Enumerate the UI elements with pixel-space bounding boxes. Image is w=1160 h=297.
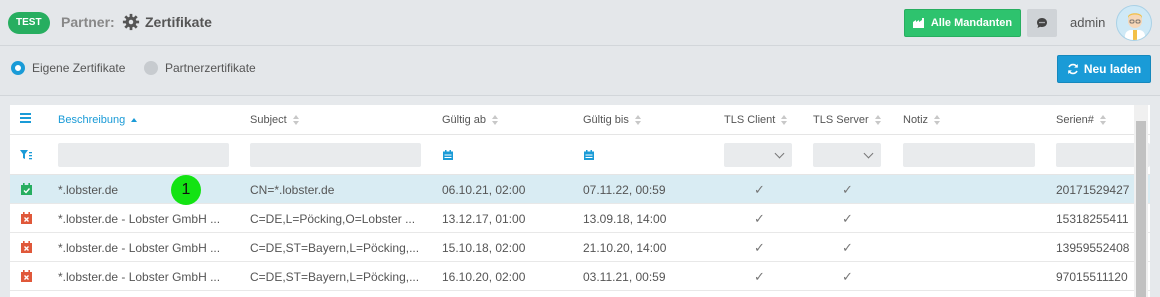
- breadcrumb-prefix: Partner:: [61, 14, 115, 30]
- column-header-tls-server[interactable]: TLS Server: [813, 114, 881, 126]
- top-bar: TEST Partner: Zertifikate Alle Mandanten: [0, 0, 1160, 46]
- cell-tls-server: ✓: [842, 182, 853, 197]
- filter-beschreibung-input[interactable]: [58, 143, 229, 167]
- cell-gueltig-bis: 07.11.22, 00:59: [583, 183, 666, 197]
- user-avatar[interactable]: [1116, 5, 1152, 41]
- sort-icon: [1099, 115, 1106, 125]
- all-clients-label: Alle Mandanten: [930, 17, 1013, 29]
- annotation-marker: 1: [171, 175, 201, 205]
- column-menu-icon[interactable]: [20, 113, 31, 123]
- all-clients-button[interactable]: Alle Mandanten: [904, 9, 1021, 37]
- cell-tls-server: ✓: [842, 211, 853, 226]
- filter-bar: Eigene Zertifikate Partnerzertifikate Ne…: [0, 46, 1160, 96]
- certificates-table: Beschreibung Subject Gültig ab Gültig bi…: [10, 105, 1150, 297]
- environment-badge: TEST: [8, 12, 50, 34]
- column-header-serien[interactable]: Serien#: [1056, 114, 1106, 126]
- calendar-expired-icon: [21, 212, 32, 224]
- cell-tls-client: ✓: [754, 211, 765, 226]
- radio-own-certificates[interactable]: Eigene Zertifikate: [11, 61, 125, 75]
- cell-subject: CN=*.lobster.de: [250, 183, 335, 197]
- calendar-icon[interactable]: [584, 150, 594, 160]
- cell-tls-server: ✓: [842, 240, 853, 255]
- column-label-gueltig-ab: Gültig ab: [442, 114, 487, 126]
- scrollbar-thumb[interactable]: [1136, 121, 1146, 297]
- chat-bubble-icon: [1037, 18, 1047, 28]
- column-label-notiz: Notiz: [903, 114, 929, 126]
- chevron-down-icon: [774, 148, 785, 159]
- table-row[interactable]: *.lobster.de - Lobster GmbH ... C=DE,ST=…: [10, 262, 1150, 291]
- column-label-tls-client: TLS Client: [724, 114, 776, 126]
- sort-ascending-icon: [131, 118, 138, 122]
- cell-gueltig-bis: 03.11.21, 00:59: [583, 270, 666, 284]
- column-label-beschreibung: Beschreibung: [58, 114, 126, 126]
- column-header-subject[interactable]: Subject: [250, 114, 299, 126]
- cell-gueltig-ab: 16.10.20, 02:00: [442, 270, 526, 284]
- table-row[interactable]: *.lobster.de - Lobster GmbH ... C=DE,ST=…: [10, 233, 1150, 262]
- cell-beschreibung: *.lobster.de: [58, 183, 119, 197]
- user-avatar-icon: [1125, 13, 1145, 40]
- sort-icon: [781, 115, 788, 125]
- cell-subject: C=DE,ST=Bayern,L=Pöcking,...: [250, 270, 420, 284]
- filter-tls-client-select[interactable]: [724, 143, 792, 167]
- radio-unselected-icon: [144, 61, 158, 75]
- table-row[interactable]: *.lobster.de - Lobster GmbH ... C=DE,L=P…: [10, 204, 1150, 233]
- filter-icon[interactable]: [20, 150, 32, 160]
- filter-tls-server-select[interactable]: [813, 143, 881, 167]
- calendar-check-icon: [21, 183, 32, 195]
- building-icon: [912, 18, 924, 28]
- calendar-icon[interactable]: [443, 150, 453, 160]
- radio-partner-label: Partnerzertifikate: [165, 61, 256, 75]
- cell-gueltig-ab: 13.12.17, 01:00: [442, 212, 526, 226]
- cell-beschreibung: *.lobster.de - Lobster GmbH ...: [58, 241, 221, 255]
- user-name[interactable]: admin: [1070, 15, 1105, 30]
- column-label-serien: Serien#: [1056, 114, 1094, 126]
- cell-beschreibung: *.lobster.de - Lobster GmbH ...: [58, 270, 221, 284]
- column-header-tls-client[interactable]: TLS Client: [724, 114, 788, 126]
- column-label-tls-server: TLS Server: [813, 114, 869, 126]
- gear-icon: [122, 13, 140, 31]
- column-header-notiz[interactable]: Notiz: [903, 114, 941, 126]
- column-label-subject: Subject: [250, 114, 287, 126]
- table-header-row: Beschreibung Subject Gültig ab Gültig bi…: [10, 105, 1150, 135]
- column-label-gueltig-bis: Gültig bis: [583, 114, 629, 126]
- reload-button[interactable]: Neu laden: [1057, 55, 1151, 83]
- cell-gueltig-bis: 21.10.20, 14:00: [583, 241, 667, 255]
- cell-tls-client: ✓: [754, 182, 765, 197]
- calendar-expired-icon: [21, 241, 32, 253]
- radio-selected-icon: [11, 61, 25, 75]
- cell-gueltig-ab: 06.10.21, 02:00: [442, 183, 526, 197]
- filter-notiz-input[interactable]: [903, 143, 1035, 167]
- reload-label: Neu laden: [1083, 62, 1142, 76]
- sort-icon: [492, 115, 499, 125]
- radio-partner-certificates[interactable]: Partnerzertifikate: [144, 61, 256, 75]
- column-header-beschreibung[interactable]: Beschreibung: [58, 114, 138, 126]
- sort-icon: [874, 115, 881, 125]
- refresh-icon: [1068, 63, 1078, 75]
- sort-icon: [292, 115, 299, 125]
- sort-icon: [934, 115, 941, 125]
- cell-subject: C=DE,L=Pöcking,O=Lobster ...: [250, 212, 416, 226]
- cell-gueltig-ab: 15.10.18, 02:00: [442, 241, 526, 255]
- radio-own-label: Eigene Zertifikate: [32, 61, 126, 75]
- chevron-down-icon: [863, 148, 874, 159]
- vertical-scrollbar[interactable]: [1134, 105, 1148, 297]
- filter-subject-input[interactable]: [250, 143, 421, 167]
- chat-button[interactable]: [1027, 9, 1057, 37]
- table-row[interactable]: *.lobster.de 1 CN=*.lobster.de 06.10.21,…: [10, 175, 1150, 205]
- column-header-gueltig-bis[interactable]: Gültig bis: [583, 114, 641, 126]
- sort-icon: [634, 115, 641, 125]
- cell-gueltig-bis: 13.09.18, 14:00: [583, 212, 667, 226]
- column-header-gueltig-ab[interactable]: Gültig ab: [442, 114, 499, 126]
- cell-tls-client: ✓: [754, 269, 765, 284]
- cell-subject: C=DE,ST=Bayern,L=Pöcking,...: [250, 241, 420, 255]
- calendar-expired-icon: [21, 270, 32, 282]
- table-filter-row: [10, 135, 1150, 175]
- page-title: Zertifikate: [145, 14, 212, 30]
- cell-beschreibung: *.lobster.de - Lobster GmbH ...: [58, 212, 221, 226]
- cell-tls-server: ✓: [842, 269, 853, 284]
- cell-tls-client: ✓: [754, 240, 765, 255]
